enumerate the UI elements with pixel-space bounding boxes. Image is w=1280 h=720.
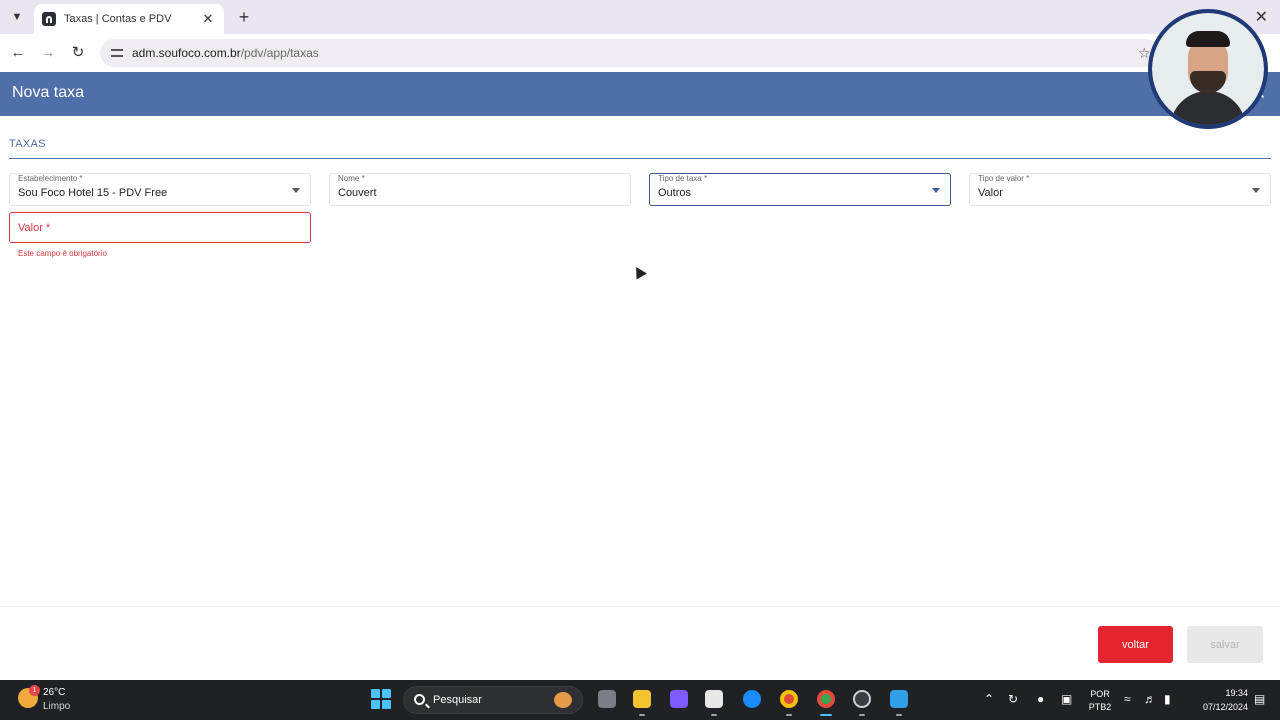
tipo-valor-select[interactable]: Tipo de valor * Valor (969, 173, 1271, 206)
close-tab-icon[interactable]: ✕ (200, 11, 216, 27)
nome-label: Nome * (338, 174, 365, 183)
section-title: TAXAS (9, 138, 46, 150)
url-host: adm.soufoco.com.br (132, 46, 241, 60)
search-placeholder: Pesquisar (433, 694, 482, 706)
chevron-up-icon[interactable]: ⌃ (984, 692, 994, 706)
site-favicon-icon (42, 12, 56, 26)
snipping-tool-icon[interactable] (705, 690, 723, 708)
forward-arrow-icon[interactable]: → (38, 43, 58, 63)
url-path: /pdv/app/taxas (240, 46, 319, 60)
tipo-valor-label: Tipo de valor * (978, 174, 1030, 183)
obs-icon[interactable] (853, 690, 871, 708)
battery-icon[interactable]: ▮ (1164, 692, 1171, 706)
chevron-down-icon: ▼ (11, 11, 23, 23)
save-button[interactable]: salvar (1187, 626, 1263, 663)
language-indicator[interactable]: POR (1088, 689, 1112, 699)
search-icon (414, 694, 425, 705)
tab-search-button[interactable]: ▼ (6, 6, 28, 28)
display-icon[interactable]: ▣ (1061, 692, 1072, 706)
clock-date[interactable]: 07/12/2024 (1184, 702, 1248, 712)
app-running-indicator (786, 714, 792, 716)
notification-icon[interactable]: ▤ (1254, 692, 1265, 706)
app-active-indicator (820, 714, 832, 716)
app-running-indicator (711, 714, 717, 716)
estabelecimento-select[interactable]: Estabelecimento * Sou Foco Hotel 15 - PD… (9, 173, 311, 206)
site-info-icon[interactable] (110, 46, 124, 60)
file-explorer-icon[interactable] (633, 690, 651, 708)
weather-badge: 1 (29, 685, 40, 696)
dropdown-caret-icon (1252, 188, 1260, 193)
search-highlight-icon (554, 692, 572, 708)
mouse-cursor-icon (631, 264, 647, 280)
valor-field[interactable]: Valor * (9, 212, 311, 243)
tipo-taxa-select[interactable]: Tipo de taxa * Outros (649, 173, 951, 206)
edge-icon[interactable] (743, 690, 761, 708)
webcam-overlay (1148, 9, 1268, 129)
browser-toolbar: ← → ↻ adm.soufoco.com.br/pdv/app/taxas ☆ (0, 34, 1280, 72)
reload-icon[interactable]: ↻ (68, 43, 88, 63)
browser-tab-strip: ▼ Taxas | Contas e PDV ✕ + ✕ (0, 0, 1280, 34)
address-bar[interactable]: adm.soufoco.com.br/pdv/app/taxas (100, 39, 1160, 67)
windows-start-icon[interactable] (371, 689, 391, 709)
copilot-icon[interactable] (670, 690, 688, 708)
sync-icon[interactable]: ↻ (1008, 692, 1018, 706)
app-running-indicator (639, 714, 645, 716)
weather-condition[interactable]: Limpo (43, 701, 70, 712)
page-title: Nova taxa (12, 84, 85, 101)
tab-title: Taxas | Contas e PDV (64, 13, 172, 25)
notepad-icon[interactable] (890, 690, 908, 708)
valor-placeholder: Valor * (18, 222, 51, 234)
estabelecimento-label: Estabelecimento * (18, 174, 83, 183)
tipo-taxa-value: Outros (658, 187, 692, 199)
chrome-profile-icon[interactable] (817, 690, 835, 708)
dropdown-caret-icon (292, 188, 300, 193)
microphone-icon[interactable]: ● (1037, 692, 1044, 706)
chrome-icon[interactable] (780, 690, 798, 708)
section-divider (9, 158, 1271, 159)
estabelecimento-value: Sou Foco Hotel 15 - PDV Free (18, 187, 168, 199)
keyboard-layout-indicator[interactable]: PTB2 (1088, 702, 1112, 712)
app-running-indicator (896, 714, 902, 716)
wifi-icon[interactable]: ≈ (1124, 692, 1131, 706)
nome-field[interactable]: Nome * Couvert (329, 173, 631, 206)
footer-divider (0, 606, 1280, 607)
app-header: Nova taxa ✕ (0, 72, 1280, 116)
taskbar-search[interactable]: Pesquisar (403, 686, 583, 714)
app-running-indicator (859, 714, 865, 716)
clock-time[interactable]: 19:34 (1188, 688, 1248, 698)
new-tab-button[interactable]: + (234, 7, 254, 27)
dropdown-caret-icon (932, 188, 940, 193)
browser-tab[interactable]: Taxas | Contas e PDV ✕ (34, 4, 224, 34)
tipo-taxa-label: Tipo de taxa * (658, 174, 708, 183)
back-arrow-icon[interactable]: ← (8, 43, 28, 63)
task-view-icon[interactable] (598, 690, 616, 708)
nome-value: Couvert (338, 187, 377, 199)
tipo-valor-value: Valor (978, 187, 1003, 199)
back-button[interactable]: voltar (1098, 626, 1173, 663)
weather-temperature[interactable]: 26°C (43, 687, 65, 698)
volume-icon[interactable]: ♬ (1144, 692, 1156, 706)
window-close-icon[interactable]: ✕ (1255, 7, 1268, 27)
valor-error-message: Este campo é obrigatório (18, 249, 107, 258)
